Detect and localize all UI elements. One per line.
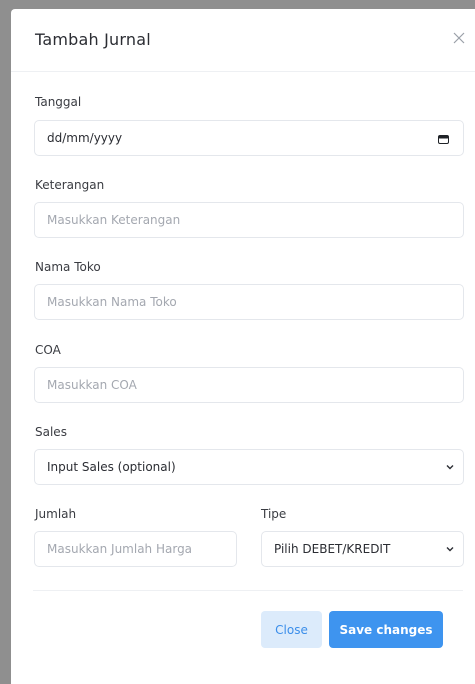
footer-divider bbox=[33, 590, 463, 591]
close-icon[interactable] bbox=[451, 30, 467, 46]
chevron-down-icon bbox=[446, 465, 454, 470]
modal-title: Tambah Jurnal bbox=[35, 30, 151, 49]
sales-label: Sales bbox=[35, 425, 67, 439]
add-journal-modal: Tambah Jurnal Tanggal dd/mm/yyyy Keteran… bbox=[11, 9, 475, 684]
coa-label: COA bbox=[35, 343, 61, 357]
nama-toko-label: Nama Toko bbox=[35, 260, 101, 274]
keterangan-input[interactable]: Masukkan Keterangan bbox=[34, 202, 464, 238]
jumlah-placeholder: Masukkan Jumlah Harga bbox=[47, 542, 193, 556]
jumlah-label: Jumlah bbox=[35, 507, 77, 521]
nama-toko-input[interactable]: Masukkan Nama Toko bbox=[34, 284, 464, 320]
chevron-down-icon bbox=[446, 547, 454, 552]
keterangan-placeholder: Masukkan Keterangan bbox=[47, 213, 181, 227]
sales-selected-value: Input Sales (optional) bbox=[47, 460, 176, 474]
tipe-select[interactable]: Pilih DEBET/KREDIT bbox=[261, 531, 464, 567]
modal-header: Tambah Jurnal bbox=[11, 9, 475, 72]
jumlah-input[interactable]: Masukkan Jumlah Harga bbox=[34, 531, 237, 567]
calendar-icon[interactable] bbox=[438, 135, 449, 144]
nama-toko-placeholder: Masukkan Nama Toko bbox=[47, 295, 177, 309]
keterangan-label: Keterangan bbox=[35, 178, 105, 192]
tanggal-value: dd/mm/yyyy bbox=[47, 131, 123, 145]
coa-placeholder: Masukkan COA bbox=[47, 378, 137, 392]
tanggal-date-input[interactable]: dd/mm/yyyy bbox=[34, 120, 464, 156]
coa-input[interactable]: Masukkan COA bbox=[34, 367, 464, 403]
tipe-selected-value: Pilih DEBET/KREDIT bbox=[274, 542, 391, 556]
close-button[interactable]: Close bbox=[261, 611, 322, 648]
save-changes-button[interactable]: Save changes bbox=[329, 611, 443, 648]
tipe-label: Tipe bbox=[261, 507, 287, 521]
tanggal-label: Tanggal bbox=[35, 95, 82, 109]
sales-select[interactable]: Input Sales (optional) bbox=[34, 449, 464, 485]
